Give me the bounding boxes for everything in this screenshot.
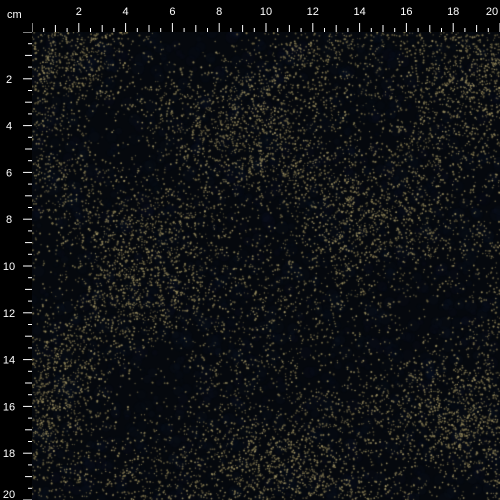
fabric-swatch-viewer: cm 2 4 6 8 10 12 14 16 18 20 2 4 6 8 10 12 14 16 18 20 [0, 0, 500, 500]
ruler-left-label: 16 [3, 401, 15, 413]
ruler-left-label: 14 [3, 355, 15, 367]
ruler-top-label: 16 [400, 6, 412, 18]
ruler-top-label: 4 [123, 6, 129, 18]
ruler-left-label: 18 [3, 448, 15, 460]
ruler-top-label: 2 [76, 6, 82, 18]
ruler-left-label: 2 [6, 74, 12, 86]
ruler-left-label: 12 [3, 308, 15, 320]
ruler-top-label: 18 [447, 6, 459, 18]
ruler-left: 2 4 6 8 10 12 14 16 18 20 [0, 32, 32, 500]
ruler-top-label: 10 [260, 6, 272, 18]
speckled-fabric-texture [32, 32, 500, 500]
ruler-left-label: 20 [3, 489, 15, 500]
ruler-left-label: 6 [6, 167, 12, 179]
ruler-top-label: 6 [169, 6, 175, 18]
fabric-pattern [32, 32, 500, 500]
ruler-top-label: 20 [486, 6, 498, 18]
ruler-top-label: 12 [307, 6, 319, 18]
ruler-top-label: 8 [216, 6, 222, 18]
ruler-left-label: 4 [6, 121, 12, 133]
ruler-left-label: 8 [6, 214, 12, 226]
ruler-top-label: 14 [353, 6, 365, 18]
ruler-corner: cm [0, 0, 32, 32]
ruler-left-label: 10 [3, 261, 15, 273]
ruler-left-scale: 2 4 6 8 10 12 14 16 18 20 [3, 32, 32, 500]
ruler-unit-label: cm [7, 9, 22, 21]
ruler-top: 2 4 6 8 10 12 14 16 18 20 [32, 0, 500, 32]
ruler-top-scale: 2 4 6 8 10 12 14 16 18 20 [32, 6, 500, 32]
